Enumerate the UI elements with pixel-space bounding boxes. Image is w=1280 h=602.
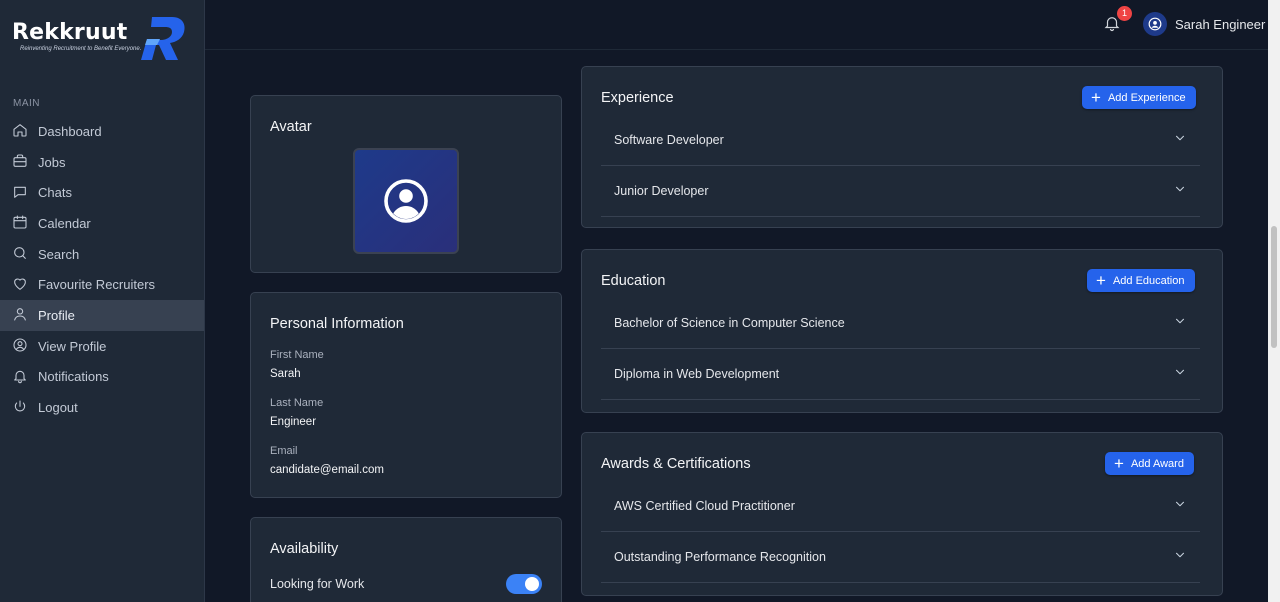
- user-avatar-icon: [1143, 12, 1167, 36]
- first-name-label: First Name: [270, 349, 324, 361]
- education-title: Education: [601, 273, 666, 289]
- chevron-down-icon: [1173, 548, 1187, 567]
- chat-icon: [12, 184, 30, 202]
- personal-info-title: Personal Information: [270, 316, 404, 332]
- search-icon: [12, 245, 30, 263]
- sidebar-item-profile[interactable]: Profile: [0, 300, 204, 331]
- home-icon: [12, 122, 30, 140]
- sidebar-nav: Dashboard Jobs Chats Calendar Search Fav…: [0, 116, 204, 423]
- last-name-value: Engineer: [270, 416, 317, 428]
- add-experience-button[interactable]: + Add Experience: [1082, 86, 1196, 109]
- logo-r-icon: [141, 17, 185, 60]
- add-education-button[interactable]: + Add Education: [1087, 269, 1195, 292]
- add-award-label: Add Award: [1130, 457, 1184, 470]
- plus-icon: +: [1091, 88, 1101, 107]
- experience-title: Experience: [601, 90, 674, 106]
- education-item-label: Bachelor of Science in Computer Science: [614, 316, 845, 330]
- sidebar-item-label: Dashboard: [38, 123, 102, 139]
- sidebar-item-label: View Profile: [38, 338, 107, 354]
- user-menu[interactable]: Sarah Engineer: [1143, 12, 1265, 36]
- bell-icon: [12, 368, 30, 386]
- sidebar-item-jobs[interactable]: Jobs: [0, 147, 204, 178]
- sidebar-item-label: Search: [38, 246, 80, 262]
- email-label: Email: [270, 445, 298, 457]
- first-name-value: Sarah: [270, 368, 301, 380]
- user-circle-icon: [12, 337, 30, 355]
- sidebar-item-label: Notifications: [38, 369, 109, 385]
- plus-icon: +: [1096, 271, 1106, 290]
- sidebar-item-dashboard[interactable]: Dashboard: [0, 116, 204, 147]
- page-scrollbar-thumb[interactable]: [1271, 226, 1277, 348]
- last-name-label: Last Name: [270, 397, 324, 409]
- avatar-upload[interactable]: [353, 148, 459, 254]
- user-avatar-icon: [384, 179, 428, 223]
- brand-logo[interactable]: Rekkruut Reinventing Recruitment to Bene…: [12, 14, 192, 64]
- awards-title: Awards & Certifications: [601, 456, 751, 472]
- avatar-card: Avatar: [250, 95, 562, 273]
- sidebar-item-label: Chats: [38, 185, 72, 201]
- awards-card: Awards & Certifications + Add Award AWS …: [581, 432, 1223, 596]
- sidebar-item-label: Logout: [38, 400, 78, 416]
- availability-title: Availability: [270, 541, 339, 557]
- calendar-icon: [12, 214, 30, 232]
- sidebar-item-view-profile[interactable]: View Profile: [0, 331, 204, 362]
- toggle-knob: [525, 577, 539, 591]
- avatar-title: Avatar: [270, 119, 312, 135]
- availability-card: Availability Looking for Work: [250, 517, 562, 602]
- looking-for-work-row: Looking for Work: [270, 574, 542, 594]
- top-bar: 1 Sarah Engineer: [205, 0, 1280, 50]
- sidebar-item-label: Favourite Recruiters: [38, 277, 156, 293]
- experience-item[interactable]: Software Developer: [601, 115, 1200, 166]
- email-value: candidate@email.com: [270, 464, 384, 476]
- add-award-button[interactable]: + Add Award: [1105, 452, 1194, 475]
- chevron-down-icon: [1173, 182, 1187, 201]
- power-icon: [12, 399, 30, 417]
- brand-name: Rekkruut: [12, 20, 128, 45]
- briefcase-icon: [12, 153, 30, 171]
- user-icon: [12, 306, 30, 324]
- heart-icon: [12, 276, 30, 294]
- user-name: Sarah Engineer: [1175, 16, 1266, 32]
- sidebar-item-favourite-recruiters[interactable]: Favourite Recruiters: [0, 269, 204, 300]
- sidebar-item-chats[interactable]: Chats: [0, 177, 204, 208]
- experience-card: Experience + Add Experience Software Dev…: [581, 66, 1223, 228]
- sidebar-item-label: Profile: [38, 307, 75, 323]
- education-item-label: Diploma in Web Development: [614, 367, 780, 381]
- education-item[interactable]: Diploma in Web Development: [601, 349, 1200, 400]
- notification-badge: 1: [1117, 6, 1132, 21]
- looking-for-work-toggle[interactable]: [506, 574, 542, 594]
- chevron-down-icon: [1173, 314, 1187, 333]
- education-item[interactable]: Bachelor of Science in Computer Science: [601, 298, 1200, 349]
- experience-item-label: Software Developer: [614, 133, 724, 147]
- sidebar-item-label: Jobs: [38, 154, 66, 170]
- personal-info-card: Personal Information First Name Sarah La…: [250, 292, 562, 498]
- award-item-label: Outstanding Performance Recognition: [614, 550, 826, 564]
- sidebar-item-logout[interactable]: Logout: [0, 392, 204, 423]
- experience-item-label: Junior Developer: [614, 184, 709, 198]
- sidebar-item-notifications[interactable]: Notifications: [0, 362, 204, 393]
- brand-tagline: Reinventing Recruitment to Benefit Every…: [20, 46, 142, 52]
- add-education-label: Add Education: [1112, 274, 1185, 287]
- plus-icon: +: [1114, 454, 1124, 473]
- sidebar-item-label: Calendar: [38, 215, 91, 231]
- sidebar-item-calendar[interactable]: Calendar: [0, 208, 204, 239]
- sidebar-item-search[interactable]: Search: [0, 239, 204, 270]
- chevron-down-icon: [1173, 131, 1187, 150]
- add-experience-label: Add Experience: [1107, 91, 1186, 104]
- looking-for-work-label: Looking for Work: [270, 577, 365, 591]
- education-card: Education + Add Education Bachelor of Sc…: [581, 249, 1223, 413]
- chevron-down-icon: [1173, 365, 1187, 384]
- award-item[interactable]: Outstanding Performance Recognition: [601, 532, 1200, 583]
- chevron-down-icon: [1173, 497, 1187, 516]
- award-item[interactable]: AWS Certified Cloud Practitioner: [601, 481, 1200, 532]
- sidebar: Rekkruut Reinventing Recruitment to Bene…: [0, 0, 205, 602]
- experience-item[interactable]: Junior Developer: [601, 166, 1200, 217]
- nav-section-label: MAIN: [13, 98, 40, 109]
- award-item-label: AWS Certified Cloud Practitioner: [614, 499, 795, 513]
